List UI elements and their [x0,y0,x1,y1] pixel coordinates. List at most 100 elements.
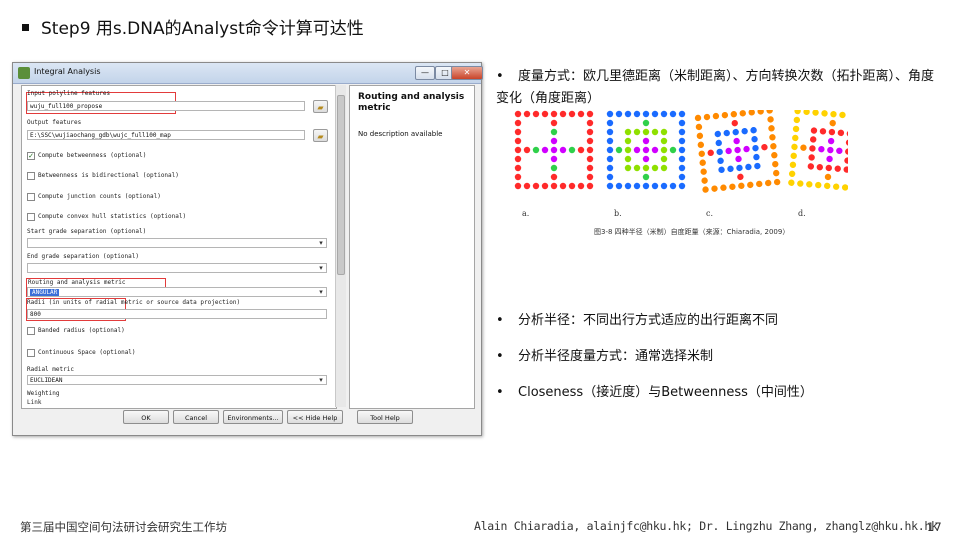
network-node [559,110,567,118]
network-node [792,134,799,142]
network-node [541,146,549,154]
network-node [736,164,743,172]
network-node [577,182,585,190]
network-node [678,137,686,145]
network-node [761,143,768,151]
banded-radius-checkbox[interactable] [27,327,35,335]
network-node [642,155,650,163]
network-node [523,110,531,118]
network-node [586,155,594,163]
slide-title: Step9 用s.DNA的Analyst命令计算可达性 [22,14,364,39]
network-node [624,146,632,154]
browse-folder-icon[interactable]: ▰ [313,129,328,142]
network-node [606,110,614,118]
network-node [747,181,754,189]
network-radius-figure: a. b. c. d. [514,110,848,218]
network-node [725,147,732,155]
network-node [824,182,831,190]
start-grade-select[interactable] [27,238,327,248]
chevron-down-icon[interactable]: ▾ [316,263,326,273]
network-node [731,119,738,127]
close-button[interactable]: ✕ [451,66,483,80]
network-node [729,183,736,190]
network-node [642,146,650,154]
figure-panel-label: a. [522,209,529,218]
output-features-field[interactable]: E:\SSC\wujiaochang_gdb\wujc_full100_map [27,130,305,140]
metric-selected-value: ANGULAR [30,289,60,296]
network-node [695,123,703,131]
radii-field[interactable]: 800 [27,309,327,319]
bullet-dot: • [496,313,504,328]
browse-folder-icon[interactable]: ▰ [313,100,328,113]
network-node [834,165,841,172]
network-node [514,137,522,145]
convex-hull-checkbox[interactable] [27,213,35,221]
chevron-down-icon[interactable]: ▾ [316,375,326,385]
chevron-down-icon[interactable]: ▾ [316,287,326,297]
network-node [772,160,779,168]
network-node [754,162,761,170]
network-node [807,163,815,170]
minimize-button[interactable]: — [415,66,435,80]
network-node [514,128,522,136]
network-node [735,155,742,163]
network-node [757,110,764,115]
network-node [734,146,741,154]
weighting-value[interactable]: Link [27,399,41,406]
continuous-space-checkbox[interactable] [27,349,35,357]
network-node [803,110,810,115]
network-node [624,164,632,172]
radial-metric-select[interactable]: EUCLIDEAN [27,375,327,385]
network-node [732,128,739,136]
network-node [568,146,576,154]
ok-button[interactable]: OK [123,410,169,424]
form-scrollbar[interactable] [335,85,346,407]
network-node [615,182,623,190]
network-node [532,146,540,154]
tool-help-button[interactable]: Tool Help [357,410,413,424]
hide-help-button[interactable]: << Hide Help [287,410,343,424]
network-node [624,155,632,163]
network-node [624,128,632,136]
figure-panel [694,110,781,193]
network-node [800,144,807,151]
network-node [678,173,686,181]
output-features-label: Output features [27,119,82,126]
metric-select[interactable]: ANGULAR [27,287,327,297]
network-node [642,128,650,136]
network-node [699,159,706,166]
junction-counts-checkbox[interactable] [27,193,35,201]
scrollbar-thumb[interactable] [337,95,345,275]
compute-betweenness-checkbox[interactable]: ✓ [27,152,35,160]
chevron-down-icon[interactable]: ▾ [316,238,326,248]
network-node [832,183,840,190]
network-node [770,143,777,150]
window-titlebar[interactable]: Integral Analysis — □ ✕ [13,63,483,84]
network-node [532,110,540,118]
environments-button[interactable]: Environments... [223,410,283,424]
network-node [660,128,668,136]
network-node [748,110,755,116]
network-node [651,146,659,154]
metric-label: Routing and analysis metric [28,279,126,286]
network-node [788,170,796,177]
network-node [633,182,641,190]
network-node [694,114,702,122]
input-features-field[interactable]: wuju_full100_propose [27,101,305,111]
end-grade-select[interactable] [27,263,327,273]
network-node [633,164,641,172]
cancel-button[interactable]: Cancel [173,410,219,424]
network-node [586,182,594,190]
bidirectional-checkbox[interactable] [27,172,35,180]
network-node [577,146,585,154]
network-node [843,166,848,173]
banded-radius-label: Banded radius (optional) [38,327,125,334]
network-node [642,119,650,127]
network-node [606,128,614,136]
network-node [737,173,744,181]
network-node [514,173,522,181]
network-node [764,179,772,187]
network-node [794,110,801,115]
bullet-dot: • [496,69,504,84]
figure-caption: 图3-8 四种半径（米制）自度距量（来源：Chiaradia, 2009） [594,228,790,236]
